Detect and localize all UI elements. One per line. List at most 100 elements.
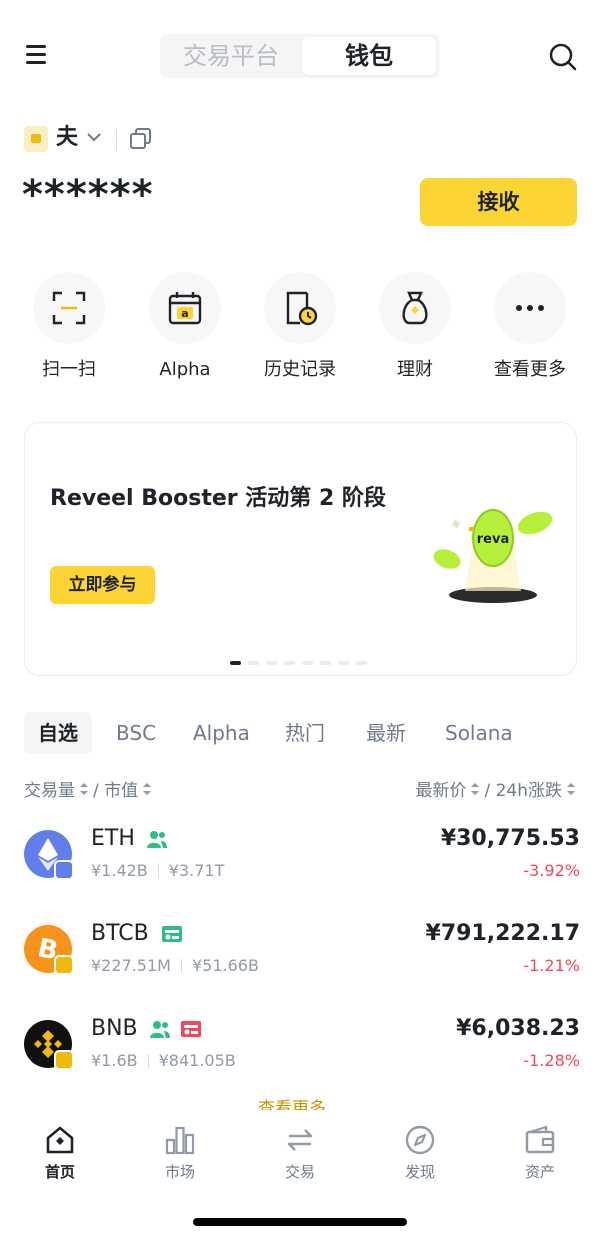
verified-badge-icon [162, 926, 182, 942]
token-volume: ¥1.6B [91, 1051, 138, 1070]
bsc-chain-badge-icon [54, 1050, 74, 1070]
quick-action-label: 扫一扫 [42, 359, 96, 380]
wallet-account-icon [24, 126, 48, 152]
trade-swap-icon [287, 1129, 313, 1151]
token-row-btcb[interactable]: B BTCB ¥227.51M ¥51.66B ¥791,222.17 -1.21… [24, 915, 580, 985]
tab-new[interactable]: 最新 [366, 712, 406, 754]
separator: / [93, 781, 99, 801]
alpha-calendar-icon: a [149, 272, 221, 344]
separator: / [484, 781, 491, 801]
token-volume: ¥227.51M [91, 956, 171, 975]
sort-arrows-icon[interactable] [566, 782, 576, 796]
banner-title: Reveel Booster 活动第 2 阶段 [50, 486, 386, 511]
token-row-eth[interactable]: ETH ¥1.42B ¥3.71T ¥30,775.53 -3.92% [24, 820, 580, 890]
quick-action-alpha[interactable]: a Alpha [139, 272, 231, 382]
sort-header: 交易量 / 市值 最新价 / 24h涨跌 [24, 776, 580, 801]
balance-masked[interactable]: ****** [22, 170, 154, 220]
token-price: ¥6,038.23 [456, 1016, 580, 1041]
quick-action-more[interactable]: 查看更多 [484, 272, 576, 382]
token-stats: ¥1.6B ¥841.05B [91, 1050, 236, 1072]
sort-arrows-icon[interactable] [142, 782, 152, 796]
sort-arrows-icon[interactable] [470, 782, 480, 796]
copy-icon[interactable] [128, 126, 154, 152]
nav-assets[interactable]: 资产 [480, 1124, 600, 1182]
token-market-cap: ¥841.05B [158, 1051, 236, 1070]
sort-change-label[interactable]: 24h涨跌 [496, 781, 562, 801]
token-symbol: ETH [91, 826, 135, 851]
mode-switcher: 交易平台 钱包 [160, 34, 440, 78]
alert-badge-icon [181, 1021, 201, 1037]
nav-market[interactable]: 市场 [120, 1124, 240, 1182]
tab-exchange[interactable]: 交易平台 [164, 37, 298, 75]
assets-wallet-icon [525, 1125, 555, 1154]
chain-badge-icon [54, 860, 74, 880]
receive-button[interactable]: 接收 [420, 178, 577, 226]
svg-text:a: a [181, 307, 188, 320]
tab-bsc[interactable]: BSC [116, 712, 156, 754]
token-price: ¥791,222.17 [425, 921, 580, 946]
token-market-cap: ¥3.71T [168, 861, 225, 880]
quick-action-history[interactable]: 历史记录 [254, 272, 346, 382]
token-stats: ¥1.42B ¥3.71T [91, 860, 224, 882]
quick-action-scan[interactable]: 扫一扫 [23, 272, 115, 382]
pagination-dot [302, 661, 313, 665]
view-more-link[interactable]: 查看更多 [258, 1098, 326, 1110]
market-chart-icon [165, 1126, 195, 1155]
token-row-bnb[interactable]: BNB ¥1.6B ¥841.05B ¥6,038.23 -1.28% [24, 1010, 580, 1080]
top-bar: 交易平台 钱包 [0, 28, 600, 84]
join-now-button[interactable]: 立即参与 [50, 566, 155, 604]
token-market-cap: ¥51.66B [191, 956, 259, 975]
account-name: 夫 [56, 125, 79, 150]
discover-compass-icon [405, 1125, 435, 1155]
nav-label: 交易 [284, 1163, 315, 1181]
quick-action-label: 历史记录 [264, 359, 336, 380]
pagination-dot-active [230, 661, 241, 665]
tab-solana[interactable]: Solana [445, 712, 513, 754]
holders-icon [147, 831, 167, 848]
quick-action-label: 查看更多 [494, 359, 566, 380]
scan-icon [33, 272, 105, 344]
sort-price-label[interactable]: 最新价 [415, 781, 466, 801]
home-indicator [193, 1218, 407, 1226]
earn-bag-icon [379, 272, 451, 344]
nav-discover[interactable]: 发现 [360, 1124, 480, 1182]
history-icon [264, 272, 336, 344]
tab-favorites[interactable]: 自选 [24, 712, 92, 754]
chevron-down-icon[interactable] [84, 124, 104, 150]
nav-label: 首页 [44, 1163, 75, 1181]
nav-label: 发现 [404, 1163, 435, 1181]
sort-arrows-icon[interactable] [79, 782, 89, 796]
quick-action-earn[interactable]: 理财 [369, 272, 461, 382]
reva-coin-illustration: reva [433, 509, 553, 603]
tab-wallet[interactable]: 钱包 [302, 37, 436, 75]
sort-market-cap-label[interactable]: 市值 [104, 781, 138, 801]
search-icon[interactable] [548, 42, 578, 72]
tab-alpha[interactable]: Alpha [193, 712, 250, 754]
pagination-dot [356, 661, 367, 665]
bsc-chain-badge-icon [54, 955, 74, 975]
token-symbol: BNB [91, 1016, 138, 1041]
category-tabs: 自选 BSC Alpha 热门 最新 Solana [24, 712, 584, 754]
coin-text: reva [477, 532, 509, 547]
pagination-dot [266, 661, 277, 665]
nav-label: 资产 [524, 1163, 555, 1181]
hamburger-menu-icon[interactable] [24, 42, 52, 68]
tab-hot[interactable]: 热门 [285, 712, 325, 754]
promo-banner[interactable]: Reveel Booster 活动第 2 阶段 立即参与 reva [24, 422, 577, 676]
nav-trade[interactable]: 交易 [240, 1124, 360, 1182]
holders-icon [150, 1021, 170, 1038]
pagination-dot [248, 661, 259, 665]
token-symbol: BTCB [91, 921, 149, 946]
token-volume: ¥1.42B [91, 861, 148, 880]
token-change: -1.28% [523, 1051, 580, 1070]
token-change: -1.21% [523, 956, 580, 975]
pagination-dot [320, 661, 331, 665]
nav-home[interactable]: 首页 [0, 1124, 120, 1182]
sort-volume-label[interactable]: 交易量 [24, 781, 75, 801]
home-icon [46, 1126, 74, 1154]
quick-action-label: Alpha [159, 359, 211, 380]
token-price: ¥30,775.53 [440, 826, 580, 851]
pagination-dot [338, 661, 349, 665]
more-icon [494, 272, 566, 344]
token-change: -3.92% [523, 861, 580, 880]
